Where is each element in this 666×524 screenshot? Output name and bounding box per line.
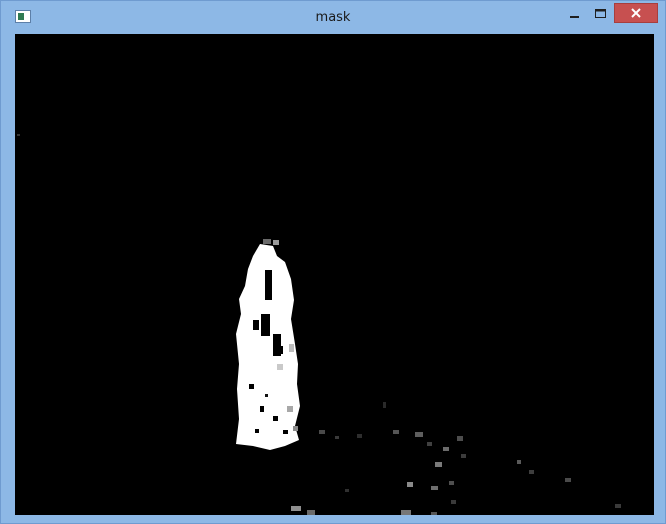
maximize-button[interactable]: [588, 3, 613, 25]
binary-mask-image: [15, 34, 654, 515]
close-button[interactable]: [614, 3, 658, 23]
close-icon: [631, 8, 641, 18]
maximize-icon: [595, 9, 606, 18]
minimize-button[interactable]: [562, 3, 588, 25]
title-bar[interactable]: mask: [1, 1, 665, 31]
mask-image-canvas: [15, 34, 654, 515]
minimize-icon: [570, 16, 579, 18]
mask-window: mask: [0, 0, 666, 524]
